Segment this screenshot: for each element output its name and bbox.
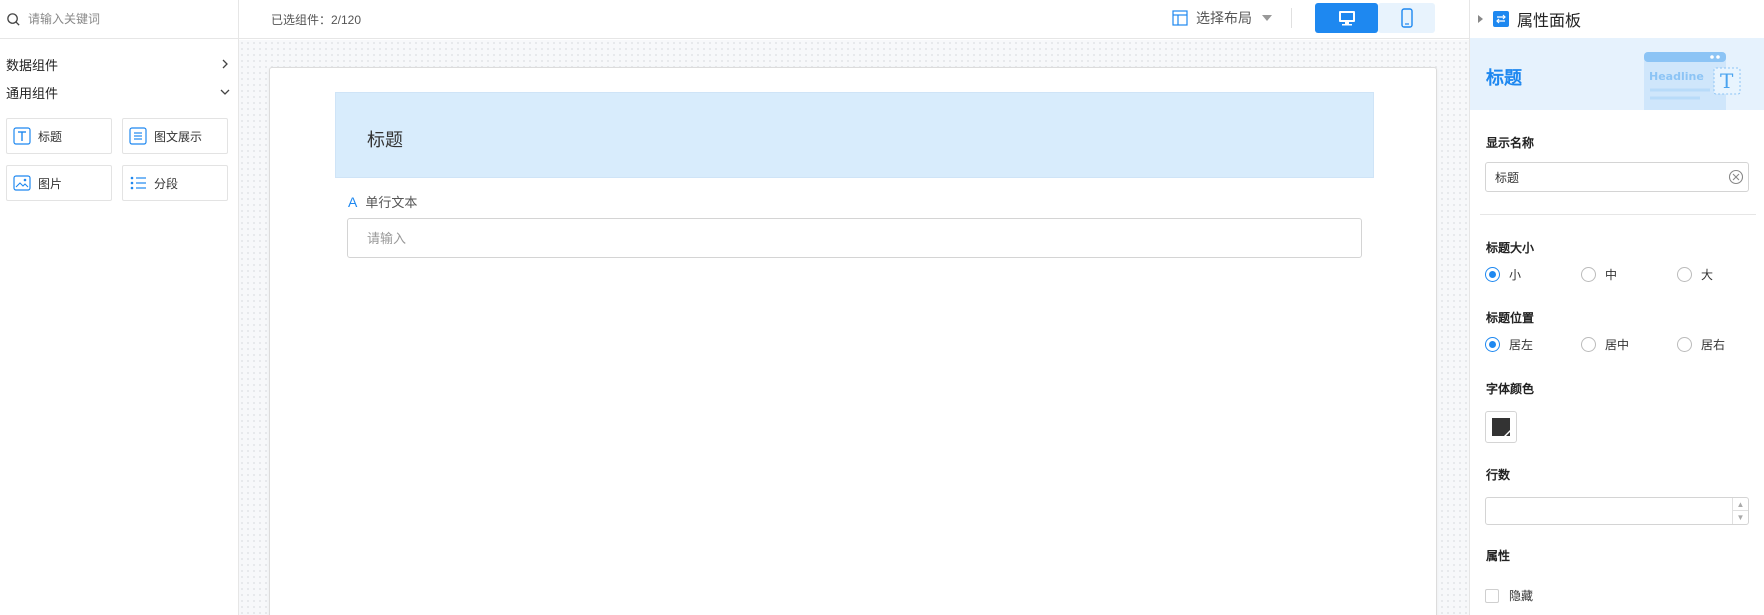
radio-dot xyxy=(1581,267,1596,282)
headline-art-text: Headline xyxy=(1649,70,1704,83)
caret-right-icon xyxy=(1478,14,1483,23)
single-line-text-input[interactable] xyxy=(347,218,1362,258)
radio-size-medium[interactable]: 中 xyxy=(1581,266,1677,283)
display-name-label: 显示名称 xyxy=(1486,136,1535,150)
list-segment-icon xyxy=(129,174,147,192)
number-stepper[interactable]: ▲ ▼ xyxy=(1732,498,1748,524)
component-image-text[interactable]: 图文展示 xyxy=(122,118,228,154)
radio-size-large[interactable]: 大 xyxy=(1677,266,1764,283)
title-component[interactable]: 标题 xyxy=(335,92,1374,178)
svg-text:T: T xyxy=(1720,69,1734,93)
desktop-icon xyxy=(1338,11,1355,26)
radio-label: 大 xyxy=(1701,268,1714,282)
radio-label: 小 xyxy=(1509,268,1522,282)
radio-dot xyxy=(1677,337,1692,352)
radio-size-small[interactable]: 小 xyxy=(1485,266,1581,283)
color-swatch-icon xyxy=(1492,418,1510,436)
image-text-icon xyxy=(129,127,147,145)
component-label: 标题 xyxy=(38,129,63,144)
title-size-label: 标题大小 xyxy=(1486,241,1535,255)
component-label: 图片 xyxy=(38,176,63,191)
mobile-view-button[interactable] xyxy=(1378,3,1435,33)
form-sheet: 标题 A 单行文本 xyxy=(269,67,1437,615)
font-color-label: 字体颜色 xyxy=(1486,382,1535,396)
radio-dot xyxy=(1677,267,1692,282)
desktop-view-button[interactable] xyxy=(1315,3,1378,33)
rows-label: 行数 xyxy=(1486,468,1511,482)
layout-select[interactable]: 选择布局 xyxy=(1172,8,1272,28)
design-canvas: 标题 A 单行文本 xyxy=(239,40,1469,615)
display-name-value: 标题 xyxy=(1495,170,1520,185)
radio-label: 中 xyxy=(1605,268,1618,282)
text-type-icon: A xyxy=(348,193,358,210)
mobile-icon xyxy=(1400,8,1413,28)
checkbox-box xyxy=(1485,588,1499,603)
clear-icon[interactable] xyxy=(1728,169,1744,185)
font-color-picker[interactable] xyxy=(1485,411,1517,443)
property-panel-title: 属性面板 xyxy=(1517,12,1582,30)
image-icon xyxy=(13,174,31,192)
radio-label: 居左 xyxy=(1509,338,1534,352)
title-size-group: 小 中 大 xyxy=(1485,266,1764,283)
title-t-icon xyxy=(13,127,31,145)
component-image[interactable]: 图片 xyxy=(6,165,112,201)
section-divider xyxy=(1480,214,1756,215)
radio-position-center[interactable]: 居中 xyxy=(1581,336,1677,353)
hidden-label: 隐藏 xyxy=(1509,589,1534,603)
group-label: 通用组件 xyxy=(6,85,59,101)
selected-count: 已选组件：2/120 xyxy=(271,13,362,27)
radio-position-right[interactable]: 居右 xyxy=(1677,336,1764,353)
banner-title: 标题 xyxy=(1486,68,1522,88)
group-label: 数据组件 xyxy=(6,57,59,73)
radio-label: 居右 xyxy=(1701,338,1726,352)
component-segment[interactable]: 分段 xyxy=(122,165,228,201)
headline-illustration: Headline T xyxy=(1644,52,1741,110)
property-panel: 属性面板 标题 Headline T 显示名称 标题 标题大小 小 中 大 标题… xyxy=(1469,0,1764,615)
component-sidebar: 数据组件 通用组件 标题 图文展示 图片 分段 xyxy=(0,0,239,615)
swap-icon xyxy=(1493,10,1509,27)
component-label: 分段 xyxy=(154,176,179,191)
title-component-text: 标题 xyxy=(367,130,403,150)
property-panel-header[interactable]: 属性面板 xyxy=(1470,0,1764,37)
group-common-components[interactable]: 通用组件 xyxy=(6,81,230,103)
component-banner: 标题 Headline T xyxy=(1470,38,1764,110)
search-input[interactable] xyxy=(28,12,228,26)
text-field-label-text: 单行文本 xyxy=(365,195,418,210)
chevron-down-icon xyxy=(220,89,230,95)
title-position-label: 标题位置 xyxy=(1486,311,1535,325)
radio-position-left[interactable]: 居左 xyxy=(1485,336,1581,353)
caret-down-icon xyxy=(1262,15,1272,21)
radio-dot xyxy=(1485,267,1500,282)
chevron-right-icon xyxy=(222,59,228,69)
stepper-up-icon[interactable]: ▲ xyxy=(1733,498,1748,511)
component-search xyxy=(0,0,238,39)
top-toolbar: 已选组件：2/120 选择布局 xyxy=(239,0,1469,39)
component-label: 图文展示 xyxy=(154,129,203,144)
toolbar-divider xyxy=(1291,8,1292,28)
text-field-label: A 单行文本 xyxy=(348,192,417,211)
search-icon xyxy=(7,12,20,26)
attributes-label: 属性 xyxy=(1486,549,1511,563)
display-name-input[interactable]: 标题 xyxy=(1485,162,1749,192)
stepper-down-icon[interactable]: ▼ xyxy=(1733,511,1748,524)
layout-icon xyxy=(1172,10,1188,26)
group-data-components[interactable]: 数据组件 xyxy=(6,53,230,75)
title-position-group: 居左 居中 居右 xyxy=(1485,336,1764,353)
radio-label: 居中 xyxy=(1605,338,1630,352)
rows-number-input[interactable]: ▲ ▼ xyxy=(1485,497,1749,525)
component-title[interactable]: 标题 xyxy=(6,118,112,154)
radio-dot xyxy=(1485,337,1500,352)
layout-select-label: 选择布局 xyxy=(1196,10,1252,26)
radio-dot xyxy=(1581,337,1596,352)
hidden-checkbox[interactable]: 隐藏 xyxy=(1485,587,1533,604)
